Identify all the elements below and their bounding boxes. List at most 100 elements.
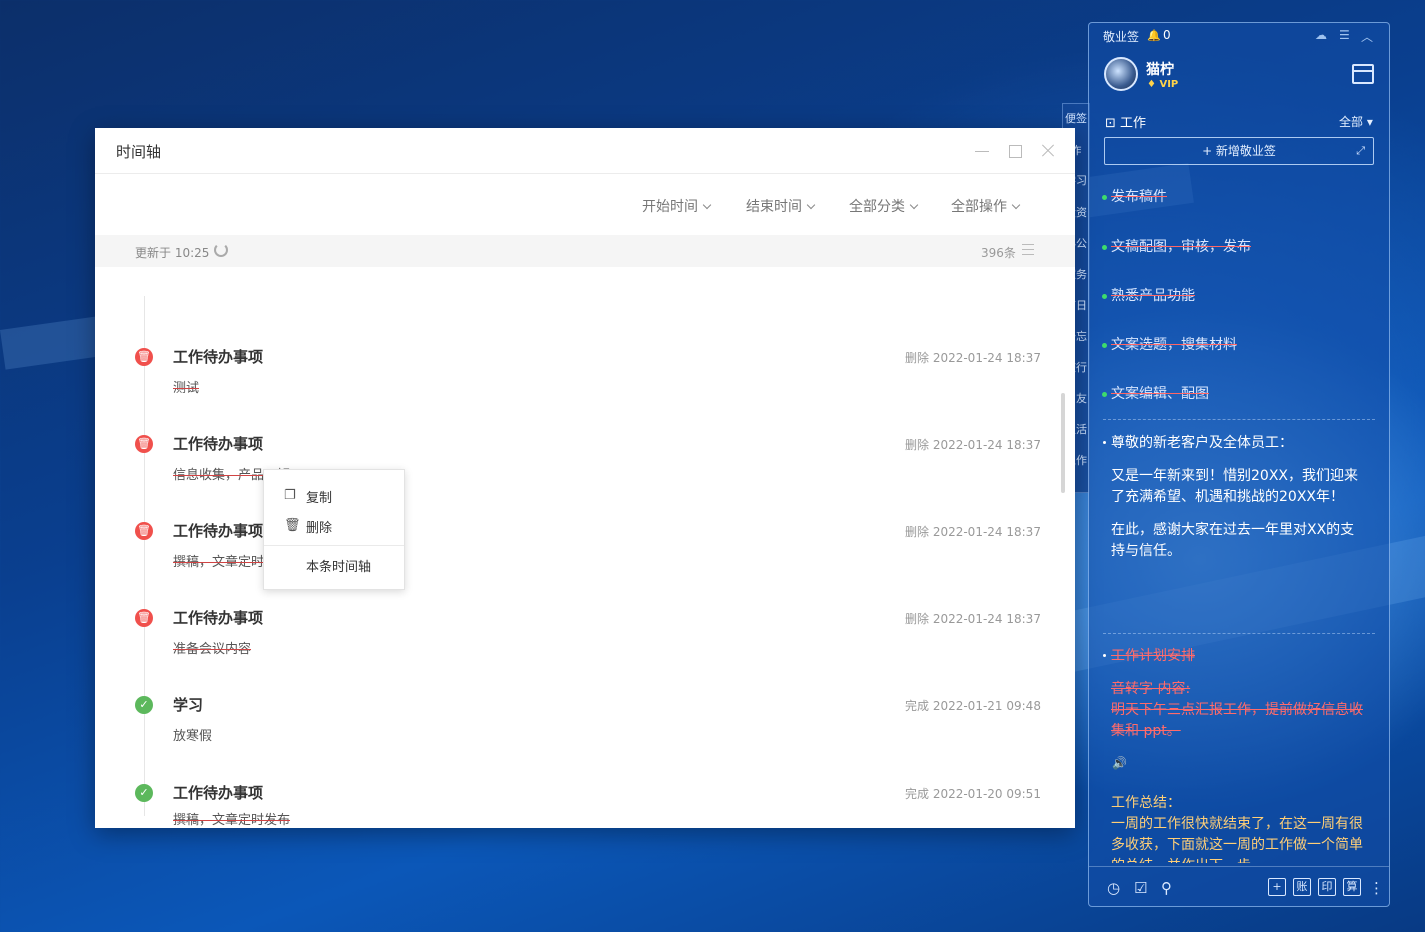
note-line: 工作计划安排 (1111, 648, 1195, 664)
clock-icon[interactable]: ◷ (1107, 879, 1120, 897)
item-text: 放寒假 (173, 729, 213, 744)
section-title: ⊡ 工作 (1105, 112, 1146, 131)
note-item[interactable]: 尊敬的新老客户及全体员工： 又是一年新来到！惜别20XX，我们迎来了充满希望、机… (1103, 433, 1366, 562)
print-button[interactable]: 印 (1318, 878, 1336, 896)
this-timeline-menu-item[interactable]: 本条时间轴 (264, 552, 404, 578)
filter-start-time[interactable]: 开始时间 (642, 196, 712, 216)
filter-bar: 开始时间 结束时间 全部分类 全部操作 (95, 196, 1075, 218)
filter-end-time[interactable]: 结束时间 (746, 196, 816, 216)
note-line: 工作总结： (1111, 795, 1181, 811)
section-label: 工作 (1120, 116, 1147, 131)
filter-operation[interactable]: 全部操作 (951, 196, 1021, 216)
item-meta: 删除 2022-01-24 18:37 (905, 438, 1041, 452)
copy-icon: ❐ (284, 488, 296, 503)
timeline-item[interactable]: 🗑 工作待办事项 撰稿，文章定时 删除 2022-01-24 18:37 (95, 511, 1075, 581)
speaker-icon[interactable]: 🔊 (1112, 756, 1127, 770)
minimize-icon[interactable] (973, 142, 991, 160)
note-line: 在此，感谢大家在过去一年里对XX的支持与信任。 (1111, 522, 1355, 559)
note-item[interactable]: 熟悉产品功能 (1102, 286, 1366, 307)
note-item[interactable]: 工作总结： 一周的工作很快就结束了，在这一周有很多收获，下面就这一周的工作做一个… (1111, 793, 1366, 863)
note-line: 尊敬的新老客户及全体员工： (1111, 435, 1293, 451)
expand-icon: ⤢ (1356, 144, 1365, 157)
item-title: 工作待办事项 (173, 435, 264, 453)
note-line: 音转字 内容: (1111, 681, 1191, 697)
filter-category[interactable]: 全部分类 (849, 196, 919, 216)
note-line: 一周的工作很快就结束了，在这一周有很多收获，下面就这一周的工作做一个简单的总结，… (1111, 816, 1363, 863)
item-title: 工作待办事项 (173, 784, 264, 802)
title-bar: 时间轴 (95, 128, 1075, 174)
item-text: 测试 (173, 381, 200, 396)
trash-icon: 🗑 (135, 609, 153, 627)
add-note-button[interactable]: + 新增敬业签 ⤢ (1104, 137, 1374, 165)
trash-icon: 🗑 (284, 518, 301, 533)
timeline-item[interactable]: ✓ 工作待办事项 撰稿，文章定时发布 完成 2022-01-20 09:51 (95, 773, 1075, 828)
filter-dropdown[interactable]: 全部 ▾ (1339, 113, 1373, 130)
add-note-label: + 新增敬业签 (1202, 144, 1276, 158)
account-button[interactable]: 账 (1293, 878, 1311, 896)
delete-menu-item[interactable]: 🗑 删除 (264, 513, 404, 539)
filter-label: 开始时间 (642, 199, 698, 215)
notes-panel: 敬业签 🔔 0 ☁ ☰ ︿ 猫柠 ♦ VIP ⊡ 工作 全部 ▾ + 新增敬业签… (1088, 22, 1390, 907)
item-text: 撰稿，文章定时 (173, 555, 265, 570)
note-item[interactable]: 文案选题，搜集材料 (1102, 335, 1366, 356)
context-menu: ❐ 复制 🗑 删除 本条时间轴 (263, 469, 405, 590)
filter-label: 全部 (1339, 115, 1364, 129)
list-icon[interactable] (1022, 244, 1034, 255)
timeline-window: 时间轴 开始时间 结束时间 全部分类 全部操作 更新于 10:25 396条 🗑… (95, 128, 1075, 828)
note-line: 明天下午三点汇报工作，提前做好信息收集和 ppt。 (1111, 702, 1363, 739)
collapse-icon[interactable]: ︿ (1361, 28, 1373, 45)
chevron-down-icon (702, 200, 712, 210)
timeline-item[interactable]: 🗑 工作待办事项 测试 删除 2022-01-24 18:37 (95, 337, 1075, 407)
chevron-down-icon (909, 200, 919, 210)
note-line: 又是一年新来到！惜别20XX，我们迎来了充满希望、机遇和挑战的20XX年！ (1111, 468, 1358, 505)
bottom-toolbar: ◷ ☑ ⚲ + 账 印 算 ⋮ (1089, 866, 1389, 906)
filter-label: 结束时间 (746, 199, 802, 215)
bell-icon[interactable]: 🔔 (1147, 29, 1161, 42)
add-icon[interactable]: + (1268, 878, 1286, 896)
copy-menu-item[interactable]: ❐ 复制 (264, 483, 404, 509)
menu-divider (264, 545, 404, 546)
side-tab[interactable]: 便签 (1063, 110, 1089, 126)
status-bar: 更新于 10:25 396条 (95, 235, 1075, 267)
menu-icon[interactable]: ☰ (1339, 28, 1350, 42)
cloud-icon[interactable]: ☁ (1315, 28, 1327, 42)
avatar[interactable] (1104, 57, 1138, 91)
calendar-icon[interactable] (1352, 64, 1374, 84)
check-icon: ✓ (135, 784, 153, 802)
chevron-down-icon (806, 200, 816, 210)
task-icon[interactable]: ☑ (1134, 879, 1147, 897)
filter-label: 全部分类 (849, 199, 905, 215)
scrollbar[interactable] (1061, 393, 1065, 493)
timeline-item[interactable]: ✓ 学习 放寒假 完成 2022-01-21 09:48 (95, 685, 1075, 755)
record-count: 396条 (981, 246, 1016, 260)
search-icon[interactable]: ⚲ (1161, 879, 1172, 897)
note-divider (1103, 419, 1375, 420)
note-item[interactable]: 文案编辑、配图 (1102, 384, 1366, 405)
calc-button[interactable]: 算 (1343, 878, 1361, 896)
note-divider (1103, 633, 1375, 634)
note-item[interactable]: 发布稿件 (1102, 187, 1366, 208)
bell-count: 0 (1163, 28, 1171, 42)
item-meta: 完成 2022-01-21 09:48 (905, 699, 1041, 713)
vip-label: VIP (1159, 79, 1179, 90)
item-title: 学习 (173, 696, 204, 714)
close-icon[interactable] (1039, 142, 1057, 160)
note-item[interactable]: 文稿配图，审核，发布 (1102, 237, 1366, 258)
note-item[interactable]: 工作计划安排 音转字 内容: 明天下午三点汇报工作，提前做好信息收集和 ppt。 (1103, 646, 1366, 742)
item-meta: 删除 2022-01-24 18:37 (905, 525, 1041, 539)
timeline-item[interactable]: 🗑 工作待办事项 信息收集，产品了解 删除 2022-01-24 18:37 (95, 424, 1075, 494)
refresh-icon[interactable] (214, 243, 228, 257)
item-meta: 删除 2022-01-24 18:37 (905, 612, 1041, 626)
chevron-down-icon (1011, 200, 1021, 210)
item-text: 准备会议内容 (173, 642, 252, 657)
user-name: 猫柠 (1146, 62, 1174, 78)
maximize-icon[interactable] (1006, 142, 1024, 160)
item-meta: 删除 2022-01-24 18:37 (905, 351, 1041, 365)
item-title: 工作待办事项 (173, 522, 264, 540)
app-name: 敬业签 (1103, 30, 1140, 44)
item-text: 撰稿，文章定时发布 (173, 813, 291, 828)
menu-label: 删除 (306, 521, 333, 536)
timeline-item[interactable]: 🗑 工作待办事项 准备会议内容 删除 2022-01-24 18:37 (95, 598, 1075, 668)
check-icon: ✓ (135, 696, 153, 714)
more-icon[interactable]: ⋮ (1369, 879, 1384, 897)
